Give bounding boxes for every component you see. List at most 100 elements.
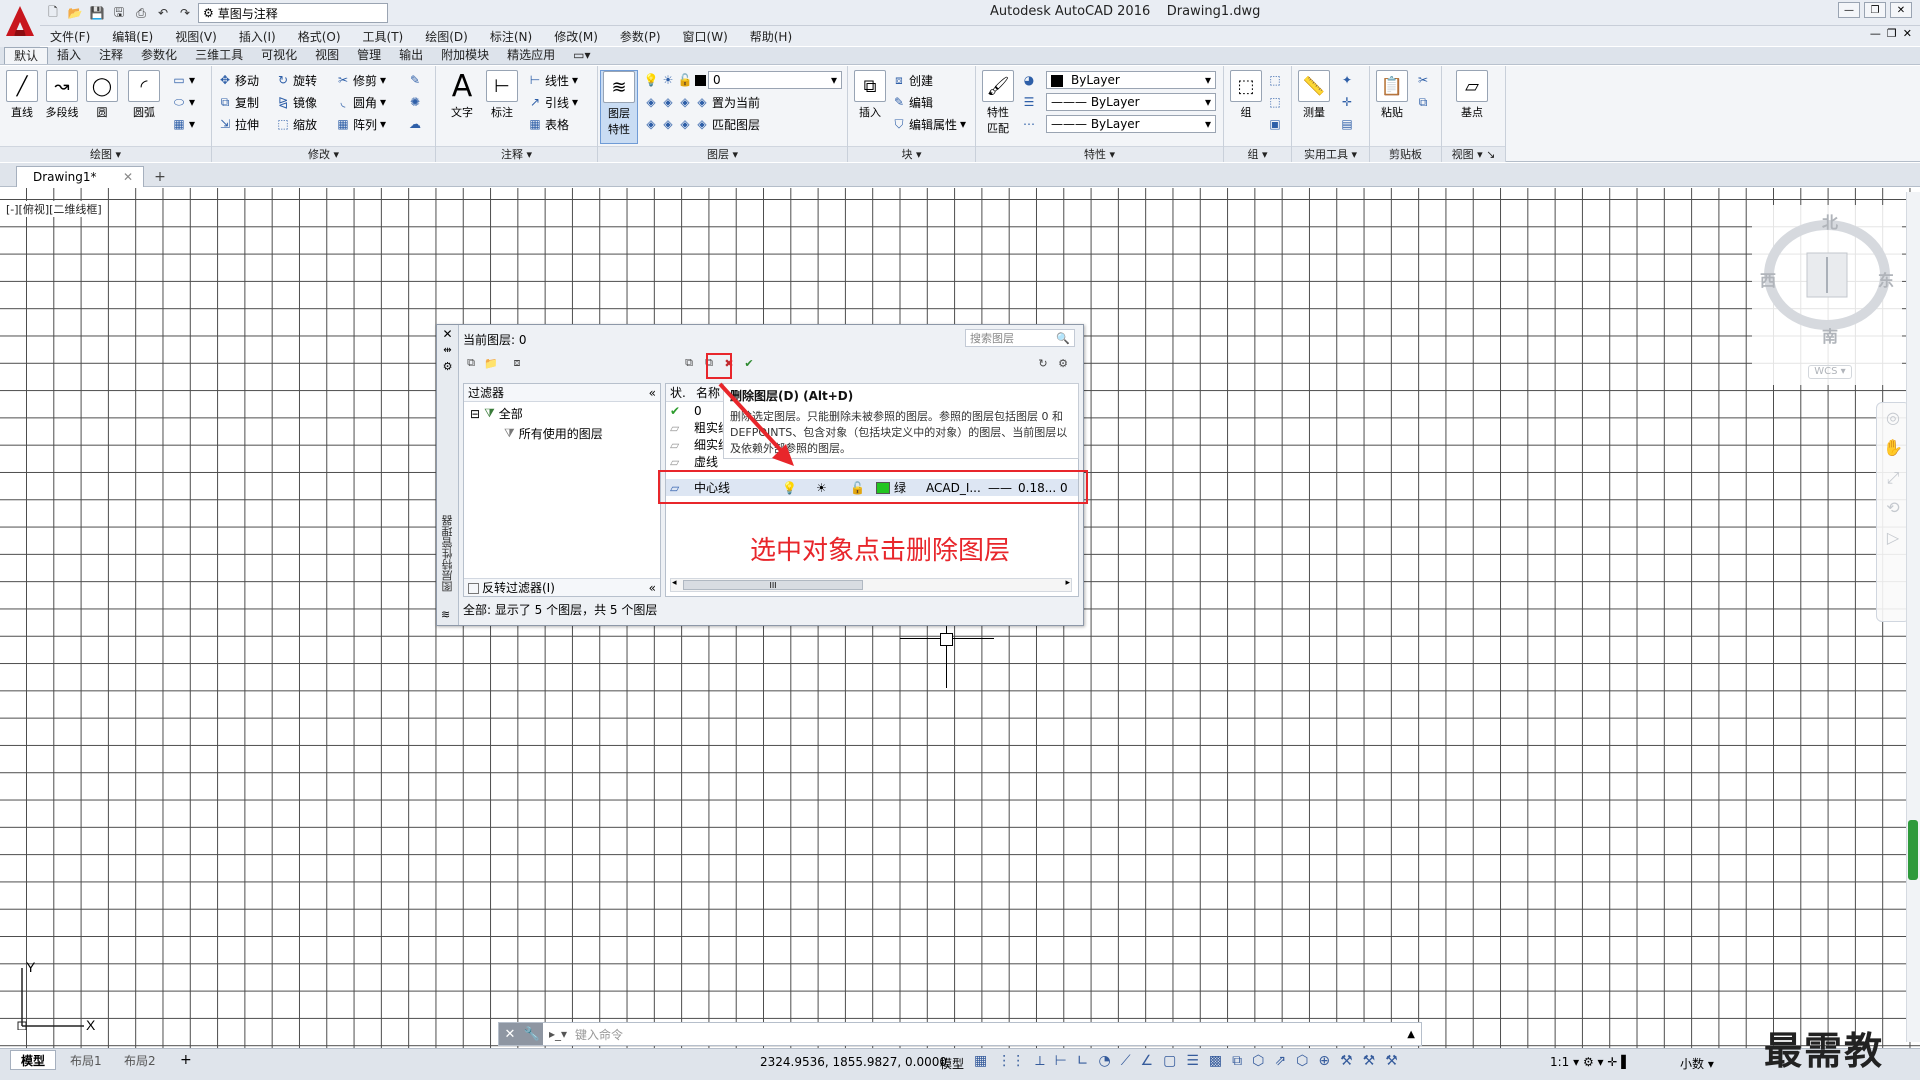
- refresh-icon[interactable]: ↻: [1035, 355, 1051, 371]
- linetype-dropdown[interactable]: ——— ByLayer ▾: [1046, 93, 1216, 111]
- gizmo-icon[interactable]: ⊕: [1318, 1053, 1330, 1069]
- scroll-left-icon[interactable]: ◂: [672, 578, 677, 588]
- hatch-button[interactable]: ▦ ▾: [172, 114, 195, 134]
- text-button[interactable]: A 文字: [444, 69, 480, 120]
- object-snap-tracking-icon[interactable]: ∠: [1141, 1053, 1154, 1069]
- grid-icon[interactable]: ▦: [974, 1053, 987, 1069]
- linetype-icon[interactable]: ☰: [1022, 92, 1036, 112]
- quick-select-icon[interactable]: ✦: [1340, 70, 1354, 90]
- panel-annotation-label[interactable]: 注释 ▾: [436, 146, 597, 162]
- document-tab[interactable]: Drawing1* ✕: [16, 166, 144, 187]
- menu-window[interactable]: 窗口(W): [673, 28, 738, 45]
- color-dropdown[interactable]: ByLayer ▾: [1046, 71, 1216, 89]
- cut-icon[interactable]: ✂: [1416, 70, 1430, 90]
- fillet-button[interactable]: ◟ 圆角 ▾: [336, 92, 386, 112]
- open-file-icon[interactable]: 📂: [66, 4, 84, 22]
- tab-annotate[interactable]: 注释: [90, 47, 132, 64]
- viewcube-east[interactable]: 东: [1878, 267, 1894, 291]
- layout-tab-layout2[interactable]: 布局2: [114, 1050, 166, 1070]
- new-filter-icon[interactable]: ⧉: [463, 355, 479, 371]
- circle-button[interactable]: ◯ 圆: [84, 70, 120, 120]
- doc-minimize-icon[interactable]: —: [1870, 27, 1881, 40]
- coordinates-readout[interactable]: 2324.9536, 1855.9827, 0.0000: [760, 1055, 947, 1069]
- invert-filter-checkbox[interactable]: [468, 583, 479, 594]
- new-group-filter-icon[interactable]: 📁: [483, 355, 499, 371]
- ungroup-icon[interactable]: ⬚: [1268, 70, 1282, 90]
- tree-item-used[interactable]: ⧩ 所有使用的图层: [464, 425, 660, 442]
- mirror-button[interactable]: ⧎ 镜像: [276, 92, 317, 112]
- wcs-menu[interactable]: WCS ▾: [1808, 365, 1852, 379]
- zoom-extents-icon[interactable]: ⤢: [1877, 463, 1909, 493]
- dynamic-input-icon[interactable]: ⊢: [1055, 1053, 1067, 1069]
- restore-button[interactable]: ❐: [1864, 2, 1886, 18]
- viewcube-south[interactable]: 南: [1822, 323, 1838, 347]
- application-menu-button[interactable]: [0, 0, 40, 48]
- viewcube[interactable]: 北 南 东 西 WCS ▾: [1752, 205, 1902, 385]
- layer-state-icons[interactable]: 💡 ☀ 🔓: [644, 70, 706, 90]
- settings-gear-icon[interactable]: ⚙: [1055, 355, 1071, 371]
- menu-edit[interactable]: 编辑(E): [102, 28, 163, 45]
- layer-search-input[interactable]: 搜索图层 🔍: [965, 329, 1075, 347]
- group-button[interactable]: ⬚ 组: [1228, 70, 1264, 120]
- menu-view[interactable]: 视图(V): [165, 28, 227, 45]
- infer-icon[interactable]: ⟂: [1035, 1053, 1044, 1069]
- measure-button[interactable]: 📏 测量: [1296, 70, 1332, 120]
- object-snap-icon[interactable]: ▢: [1163, 1053, 1176, 1069]
- paste-button[interactable]: 📋 粘贴: [1374, 70, 1410, 120]
- redo-icon[interactable]: ↷: [176, 4, 194, 22]
- panel-groups-label[interactable]: 组 ▾: [1224, 146, 1291, 162]
- menu-dimension[interactable]: 标注(N): [480, 28, 542, 45]
- viewport-controls[interactable]: [-][俯视][二维线框]: [4, 201, 104, 217]
- tab-featured-apps[interactable]: 精选应用: [498, 47, 564, 64]
- ellipse-button[interactable]: ⬭ ▾: [172, 92, 195, 112]
- tab-parametric[interactable]: 参数化: [132, 47, 186, 64]
- doc-close-icon[interactable]: ✕: [1903, 27, 1912, 40]
- tab-home[interactable]: 默认: [4, 47, 49, 64]
- lineweight-dropdown[interactable]: ——— ByLayer ▾: [1046, 115, 1216, 133]
- undo-icon[interactable]: ↶: [154, 4, 172, 22]
- color-wheel-icon[interactable]: ◕: [1022, 70, 1036, 90]
- showmotion-icon[interactable]: ▷: [1877, 523, 1909, 553]
- minimize-button[interactable]: —: [1838, 2, 1860, 18]
- layer-properties-button[interactable]: ≋ 图层 特性: [600, 70, 638, 144]
- layer-states-icon[interactable]: ⧈: [509, 355, 525, 371]
- edit-attributes-button[interactable]: ⛉ 编辑属性 ▾: [892, 114, 966, 134]
- orbit-icon[interactable]: ⟲: [1877, 493, 1909, 523]
- auto-scale-icon[interactable]: ⚒: [1363, 1053, 1376, 1069]
- annotation-visibility-icon[interactable]: ⚒: [1340, 1053, 1353, 1069]
- layer-tools-row2[interactable]: ◈ ◈ ◈ ◈ 置为当前: [644, 92, 760, 112]
- ribbon-minimize-icon[interactable]: ▭▾: [564, 47, 599, 64]
- annotation-scale[interactable]: 1:1 ▾ ⚙ ▾ ✛ ▌: [1550, 1055, 1630, 1069]
- close-icon[interactable]: ✕: [123, 170, 133, 184]
- close-icon[interactable]: ✕: [499, 1023, 521, 1045]
- tab-view[interactable]: 视图: [306, 47, 348, 64]
- steering-wheel-icon[interactable]: ◎: [1877, 403, 1909, 433]
- panel-modify-label[interactable]: 修改 ▾: [212, 146, 435, 162]
- ortho-icon[interactable]: ∟: [1077, 1053, 1089, 1069]
- collapse-icon[interactable]: «: [649, 581, 656, 595]
- move-button[interactable]: ✥ 移动: [218, 70, 259, 90]
- viewcube-west[interactable]: 西: [1760, 267, 1776, 291]
- linear-button[interactable]: ⊢ 线性 ▾: [528, 70, 578, 90]
- print-icon[interactable]: ⎙: [132, 4, 150, 22]
- model-space-toggle[interactable]: 模型: [940, 1055, 964, 1072]
- pan-icon[interactable]: ✋: [1877, 433, 1909, 463]
- match-properties-button[interactable]: 🖌 特性 匹配: [980, 70, 1016, 136]
- panel-draw-label[interactable]: 绘图 ▾: [0, 146, 211, 162]
- copy-button[interactable]: ⧉ 复制: [218, 92, 259, 112]
- save-as-icon[interactable]: 🖫: [110, 4, 128, 22]
- arc-button[interactable]: ◜ 圆弧: [126, 70, 162, 120]
- new-file-icon[interactable]: 🗋: [44, 4, 62, 22]
- erase-button[interactable]: ✎: [408, 70, 422, 90]
- tab-addins[interactable]: 附加模块: [432, 47, 498, 64]
- scale-button[interactable]: ⬚ 缩放: [276, 114, 317, 134]
- command-history-icon[interactable]: ▲: [1407, 1029, 1415, 1040]
- prompt-icon[interactable]: ▸_▾: [549, 1027, 567, 1041]
- table-button[interactable]: ▦ 表格: [528, 114, 569, 134]
- rectangle-button[interactable]: ▭ ▾: [172, 70, 195, 90]
- insert-block-button[interactable]: ⧉ 插入: [852, 70, 888, 120]
- save-icon[interactable]: 💾: [88, 4, 106, 22]
- scrollbar-thumb[interactable]: [1908, 820, 1918, 880]
- tree-item-all[interactable]: ⊟ ⧩ 全部: [464, 405, 660, 422]
- viewcube-north[interactable]: 北: [1822, 209, 1838, 233]
